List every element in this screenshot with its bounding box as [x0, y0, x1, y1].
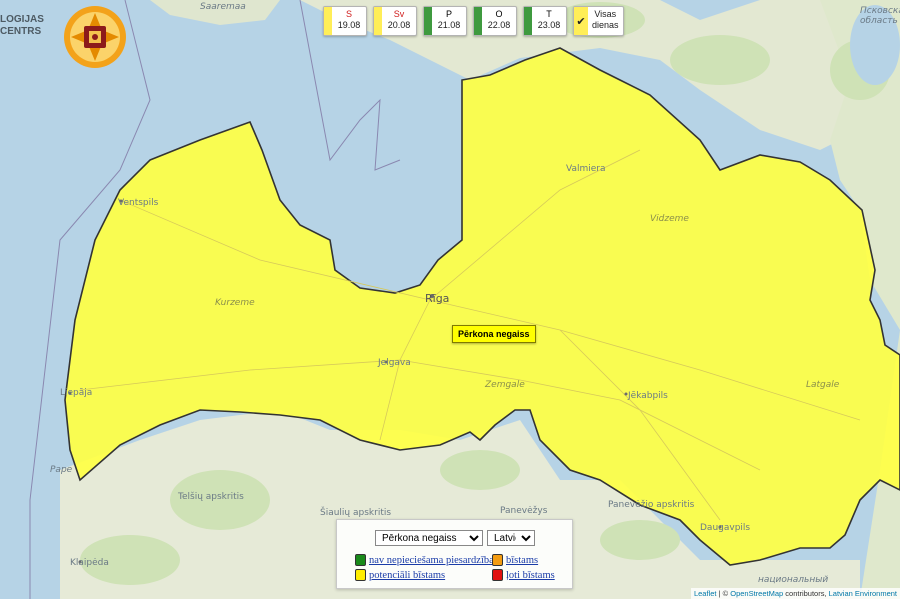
fire-rescue-emblem-icon [64, 6, 126, 68]
label-daugavpils: Daugavpils [700, 523, 751, 533]
osm-link[interactable]: OpenStreetMap [730, 589, 783, 598]
day-button-1[interactable]: Sv 20.08 [373, 6, 417, 36]
day-name: O [495, 9, 503, 19]
logo-text: LOGIJAS CENTRS [0, 14, 44, 38]
legend-item-red[interactable]: ļoti bīstams [492, 569, 555, 581]
day-date: 21.08 [437, 20, 461, 30]
label-pskov-2: область [860, 16, 898, 26]
label-panevezys-region: Panevėžio apskritis [608, 500, 695, 510]
checkmark-icon: ✔ [574, 7, 588, 35]
legend-swatch-yellow [355, 569, 366, 581]
all-days-line1: Visas [594, 9, 617, 19]
legend-item-orange[interactable]: bīstams [492, 554, 538, 566]
day-button-2[interactable]: P 21.08 [423, 6, 467, 36]
leaflet-link[interactable]: Leaflet [694, 589, 717, 598]
day-button-4[interactable]: T 23.08 [523, 6, 567, 36]
legend-panel: Pērkona negaiss Latviešu nav nepieciešam… [336, 519, 573, 589]
hazard-select[interactable]: Pērkona negaiss [375, 530, 483, 546]
legend-item-green[interactable]: nav nepieciešama piesardzība [355, 554, 494, 566]
all-days-button[interactable]: ✔ Visas dienas [573, 6, 624, 36]
day-color-swatch [424, 7, 432, 35]
day-color-swatch [374, 7, 382, 35]
day-date: 20.08 [387, 20, 411, 30]
language-select[interactable]: Latviešu [487, 530, 535, 546]
warning-label[interactable]: Pērkona negaiss [452, 325, 536, 343]
day-color-swatch [474, 7, 482, 35]
label-vidzeme: Vidzeme [650, 214, 689, 224]
all-days-line2: dienas [592, 20, 619, 30]
logo-text-line1: LOGIJAS [0, 14, 44, 25]
legend-label-yellow: potenciāli bīstams [369, 569, 446, 581]
map-attribution: Leaflet | © OpenStreetMap contributors, … [690, 588, 900, 599]
legend-label-red: ļoti bīstams [506, 569, 555, 581]
logo-text-line2: CENTRS [0, 26, 42, 37]
day-selector: S 19.08 Sv 20.08 P 21.08 O 22.08 T 23.08 ✔ Vi… [323, 6, 624, 36]
day-color-swatch [324, 7, 332, 35]
label-jekabpils: Jēkabpils [628, 391, 668, 401]
day-name: Sv [393, 9, 405, 19]
day-color-swatch [524, 7, 532, 35]
label-jelgava: Jelgava [378, 358, 411, 368]
legend-item-yellow[interactable]: potenciāli bīstams [355, 569, 445, 581]
legend-swatch-orange [492, 554, 503, 566]
attrib-contrib: contributors, [783, 589, 829, 598]
label-natpark: национальный [758, 575, 829, 585]
label-siauliai: Šiaulių apskritis [320, 508, 392, 518]
day-date: 23.08 [537, 20, 561, 30]
label-valmiera: Valmiera [566, 164, 606, 174]
day-button-3[interactable]: O 22.08 [473, 6, 517, 36]
label-pskov: Псковская [860, 6, 900, 16]
legend-label-orange: bīstams [506, 554, 539, 566]
map-canvas[interactable] [0, 0, 900, 599]
attrib-sep: | © [716, 589, 731, 598]
label-latgale: Latgale [806, 380, 840, 390]
label-klaipeda: Klaipėda [70, 558, 109, 568]
label-saaremaa: Saaremaa [200, 2, 246, 12]
day-name: T [546, 9, 552, 19]
day-button-0[interactable]: S 19.08 [323, 6, 367, 36]
latvian-env-link[interactable]: Latvian Environment [829, 589, 897, 598]
label-ventspils: Ventspils [118, 198, 159, 208]
legend-swatch-green [355, 554, 366, 566]
label-telsiai: Telšių apskritis [178, 492, 244, 502]
label-liepaja: Liepāja [60, 388, 93, 398]
day-name: P [445, 9, 452, 19]
day-date: 22.08 [487, 20, 511, 30]
day-name: S [345, 9, 352, 19]
label-pape: Pape [50, 465, 73, 475]
legend-swatch-red [492, 569, 503, 581]
label-panevezys: Panevėžys [500, 506, 548, 516]
label-riga: Rīga [425, 292, 450, 305]
label-zemgale: Zemgale [485, 380, 525, 390]
label-kurzeme: Kurzeme [215, 298, 255, 308]
day-date: 19.08 [337, 20, 361, 30]
legend-label-green: nav nepieciešama piesardzība [369, 554, 494, 566]
